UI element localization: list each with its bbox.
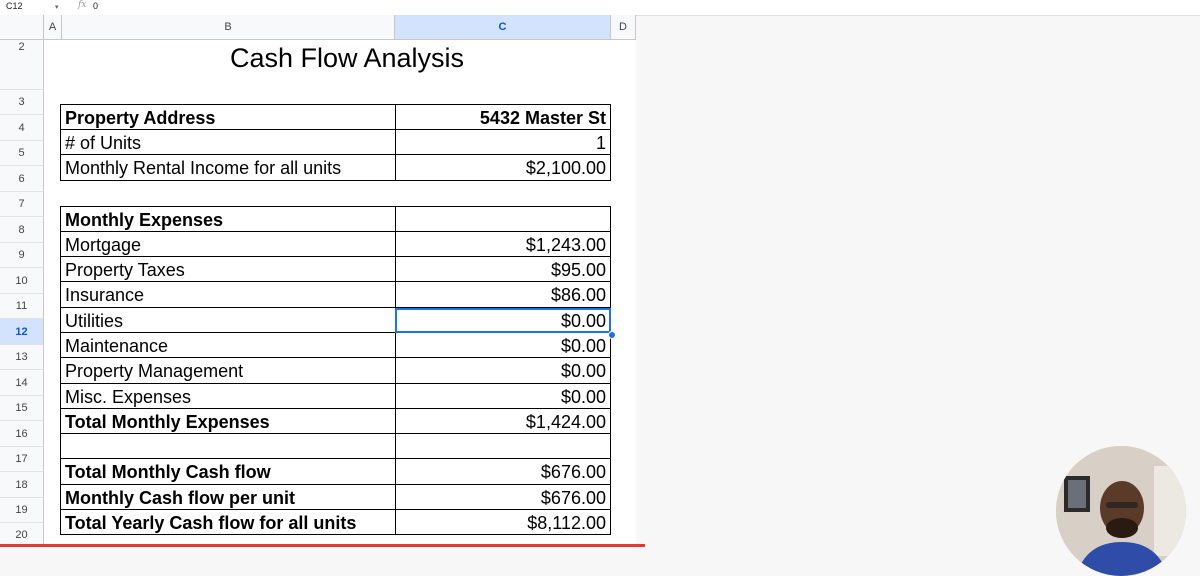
cashflow-per-unit-label[interactable]: Monthly Cash flow per unit (60, 484, 396, 510)
selected-cell-c12[interactable] (395, 308, 611, 333)
blank-row-label[interactable] (60, 433, 396, 459)
expense-label-property-management[interactable]: Property Management (60, 357, 396, 384)
sheet-title[interactable]: Cash Flow Analysis (60, 43, 634, 74)
row-header-3[interactable]: 3 (0, 90, 44, 115)
formula-input[interactable]: 0 (93, 1, 98, 11)
monthly-cashflow-label[interactable]: Total Monthly Cash flow (60, 458, 396, 485)
row-header-13[interactable]: 13 (0, 345, 44, 370)
expense-label-mortgage[interactable]: Mortgage (60, 231, 396, 257)
property-address-value[interactable]: 5432 Master St (395, 104, 611, 130)
row-header-15[interactable]: 15 (0, 396, 44, 421)
expense-label-misc[interactable]: Misc. Expenses (60, 383, 396, 409)
row-header-11[interactable]: 11 (0, 294, 44, 319)
webcam-overlay (1056, 446, 1186, 576)
row-header-17[interactable]: 17 (0, 447, 44, 472)
row-header-5[interactable]: 5 (0, 141, 44, 166)
blank-row-value[interactable] (395, 433, 611, 459)
select-all-corner[interactable] (0, 15, 44, 40)
property-address-label[interactable]: Property Address (60, 104, 396, 130)
row-header-19[interactable]: 19 (0, 498, 44, 523)
row-header-10[interactable]: 10 (0, 268, 44, 294)
row-header-7[interactable]: 7 (0, 192, 44, 217)
column-header-c[interactable]: C (395, 15, 611, 40)
presenter-video-icon (1056, 446, 1186, 576)
function-icon: fx (78, 0, 87, 10)
yearly-cashflow-label[interactable]: Total Yearly Cash flow for all units (60, 509, 396, 535)
expense-label-maintenance[interactable]: Maintenance (60, 332, 396, 358)
row-header-12[interactable]: 12 (0, 319, 44, 345)
spreadsheet-grid: A B C D 2 3 4 5 6 7 8 9 10 11 12 13 14 1… (0, 15, 636, 547)
row-header-2[interactable]: 2 (0, 40, 44, 90)
row-header-9[interactable]: 9 (0, 243, 44, 268)
row-header-8[interactable]: 8 (0, 217, 44, 243)
column-header-a[interactable]: A (44, 15, 62, 40)
expense-value-property-management[interactable]: $0.00 (395, 357, 611, 384)
total-expenses-label[interactable]: Total Monthly Expenses (60, 408, 396, 434)
yearly-cashflow-value[interactable]: $8,112.00 (395, 509, 611, 535)
name-box[interactable]: C12 (6, 1, 23, 11)
fill-handle[interactable] (608, 331, 616, 339)
units-label[interactable]: # of Units (60, 129, 396, 155)
expense-value-insurance[interactable]: $86.00 (395, 281, 611, 308)
name-box-dropdown-icon[interactable]: ▾ (55, 3, 59, 11)
column-header-b[interactable]: B (62, 15, 395, 40)
rental-income-label[interactable]: Monthly Rental Income for all units (60, 154, 396, 181)
row-header-14[interactable]: 14 (0, 370, 44, 396)
expense-label-utilities[interactable]: Utilities (60, 307, 396, 333)
rental-income-value[interactable]: $2,100.00 (395, 154, 611, 181)
expense-value-mortgage[interactable]: $1,243.00 (395, 231, 611, 257)
row-header-6[interactable]: 6 (0, 166, 44, 192)
monthly-cashflow-value[interactable]: $676.00 (395, 458, 611, 485)
column-header-d[interactable]: D (611, 15, 636, 40)
formula-bar: C12 ▾ fx 0 (0, 0, 1200, 16)
row-header-4[interactable]: 4 (0, 115, 44, 141)
units-value[interactable]: 1 (395, 129, 611, 155)
expense-value-misc[interactable]: $0.00 (395, 383, 611, 409)
row-header-16[interactable]: 16 (0, 421, 44, 447)
expenses-header[interactable]: Monthly Expenses (60, 206, 396, 232)
expense-value-maintenance[interactable]: $0.00 (395, 332, 611, 358)
total-expenses-value[interactable]: $1,424.00 (395, 408, 611, 434)
expense-label-insurance[interactable]: Insurance (60, 281, 396, 308)
expense-value-property-taxes[interactable]: $95.00 (395, 256, 611, 282)
cashflow-per-unit-value[interactable]: $676.00 (395, 484, 611, 510)
expense-label-property-taxes[interactable]: Property Taxes (60, 256, 396, 282)
expenses-header-value[interactable] (395, 206, 611, 232)
row-header-18[interactable]: 18 (0, 472, 44, 498)
